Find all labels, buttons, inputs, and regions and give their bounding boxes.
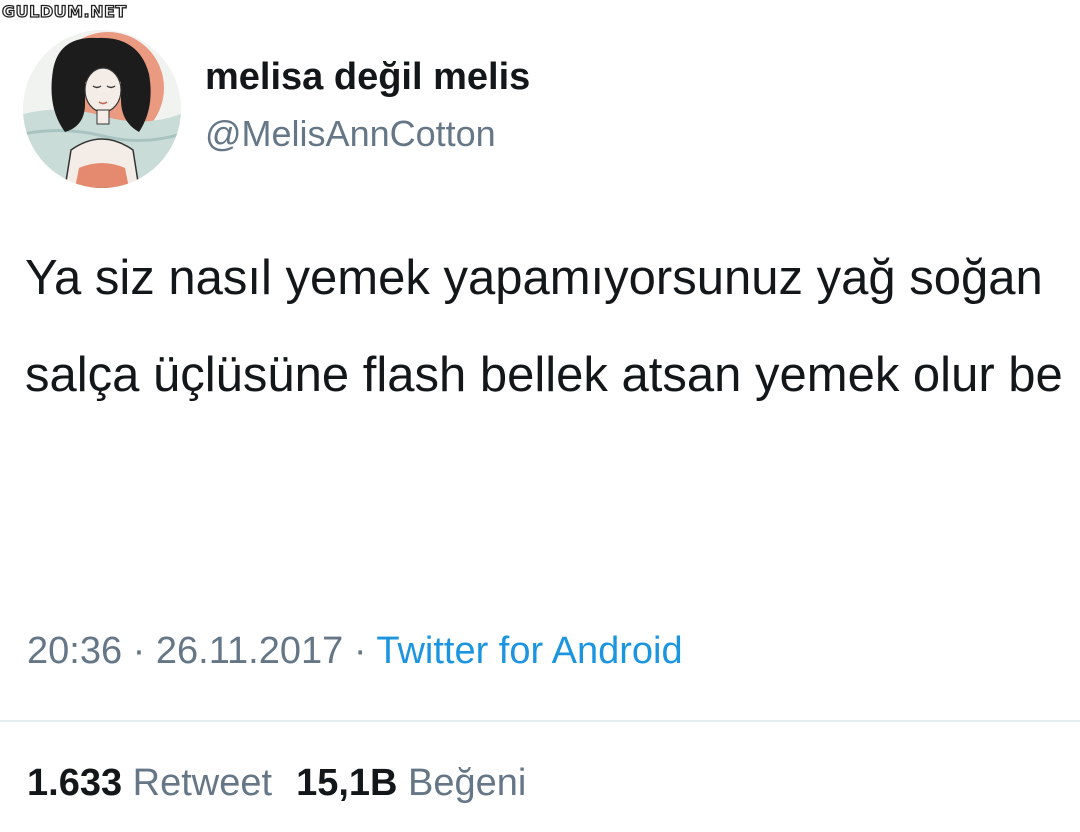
watermark-logo: GULDUM.NET [1,2,127,21]
meta-separator: · [132,630,146,672]
avatar-illustration-icon [23,30,181,188]
user-handle[interactable]: @MelisAnnCotton [205,113,496,155]
retweet-stat[interactable]: 1.633 Retweet [27,762,272,804]
tweet-text: Ya siz nasıl yemek yapamıyorsunuz yağ so… [25,251,1063,402]
retweet-label: Retweet [132,762,273,804]
like-label: Beğeni [408,762,527,804]
avatar[interactable] [23,30,181,188]
tweet-meta: 20:36 · 26.11.2017 · Twitter for Android [27,630,683,673]
retweet-count: 1.633 [27,762,123,804]
tweet-stats: 1.633 Retweet 15,1B Beğeni [27,762,526,805]
tweet-date[interactable]: 26.11.2017 [156,630,343,672]
like-stat[interactable]: 15,1B Beğeni [296,762,526,804]
display-name[interactable]: melisa değil melis [205,56,530,99]
tweet-source-link[interactable]: Twitter for Android [376,630,682,672]
meta-separator: · [353,630,367,672]
divider [0,720,1080,722]
tweet-time[interactable]: 20:36 [27,630,122,672]
like-count: 15,1B [296,762,398,804]
